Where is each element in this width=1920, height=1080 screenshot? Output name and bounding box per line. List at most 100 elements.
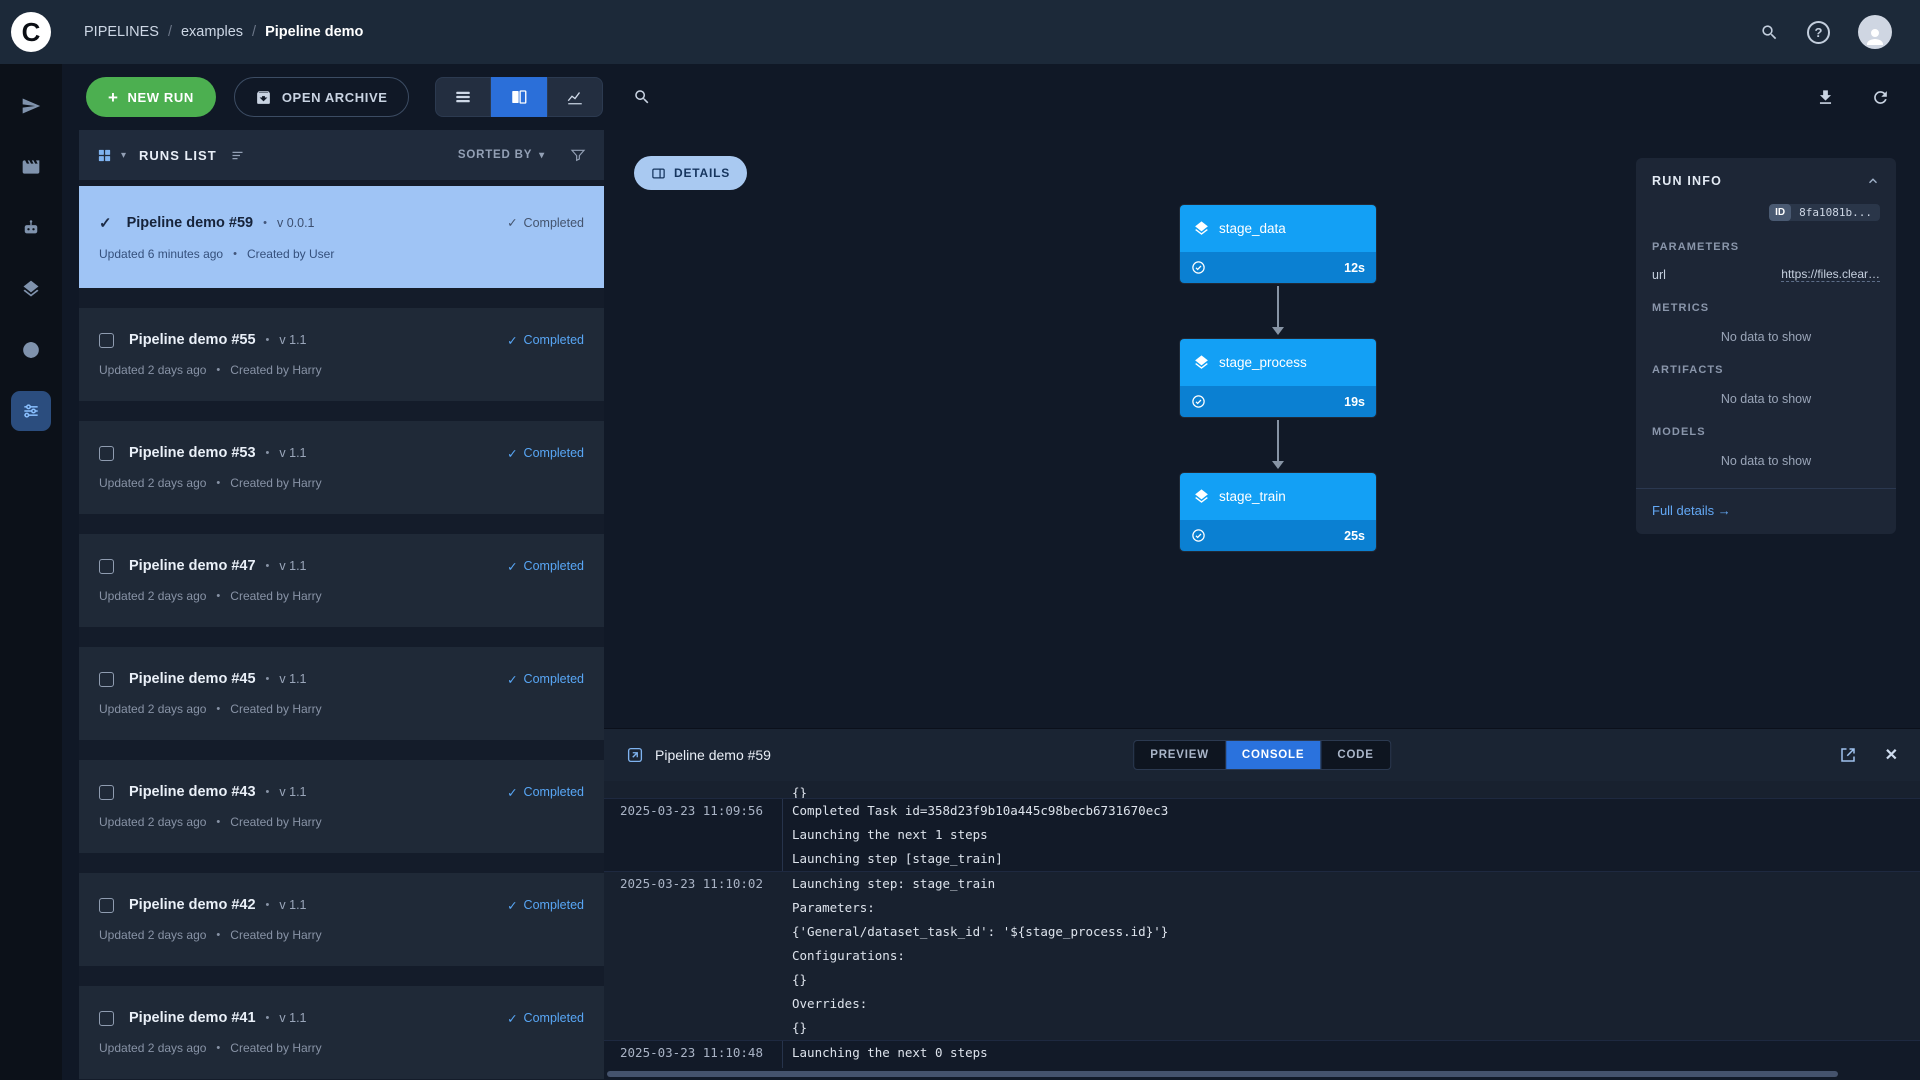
run-checkbox[interactable] <box>99 672 114 687</box>
id-badge: ID <box>1769 204 1791 221</box>
status-badge: ✓Completed <box>507 672 584 687</box>
scrollbar-thumb[interactable] <box>607 1071 1838 1077</box>
dag-node-stage-train[interactable]: stage_train 25s <box>1180 473 1376 551</box>
separator-dot: • <box>216 703 220 715</box>
left-rail <box>0 64 62 1080</box>
status-check-icon: ✓ <box>507 215 517 230</box>
status-badge: ✓Completed <box>507 446 584 461</box>
table-view-icon[interactable] <box>435 77 491 117</box>
rail-item-media-icon[interactable] <box>11 147 51 187</box>
node-status-check-icon <box>1191 528 1206 543</box>
run-updated: Updated 2 days ago <box>99 589 206 603</box>
run-info-title: RUN INFO <box>1652 174 1722 188</box>
run-checkbox[interactable] <box>99 333 114 348</box>
collapse-chevron-icon[interactable] <box>1866 174 1880 188</box>
run-checkbox[interactable] <box>99 785 114 800</box>
node-status-check-icon <box>1191 394 1206 409</box>
run-checkbox[interactable] <box>99 898 114 913</box>
header-actions: ? <box>1760 15 1892 49</box>
help-icon[interactable]: ? <box>1807 21 1830 44</box>
run-author: Created by Harry <box>230 702 321 716</box>
sorted-by-caret-icon: ▾ <box>539 150 545 161</box>
node-duration: 19s <box>1344 395 1365 409</box>
breadcrumb-current[interactable]: Pipeline demo <box>265 24 363 40</box>
breadcrumb-separator: / <box>252 24 256 40</box>
run-author: Created by Harry <box>230 928 321 942</box>
node-duration: 25s <box>1344 529 1365 543</box>
toolbar: + NEW RUN OPEN ARCHIVE <box>62 64 1920 130</box>
console-log[interactable]: {} 2025-03-23 11:09:56 Completed Task id… <box>604 781 1920 1068</box>
parameter-value[interactable]: https://files.clear… <box>1781 267 1880 282</box>
run-author: Created by Harry <box>230 1041 321 1055</box>
console-title: Pipeline demo #59 <box>655 747 771 763</box>
chart-view-icon[interactable] <box>547 77 603 117</box>
view-mode-icon[interactable] <box>97 148 112 163</box>
separator-dot: • <box>216 590 220 602</box>
open-archive-button[interactable]: OPEN ARCHIVE <box>234 77 409 117</box>
log-line: {} <box>792 968 1920 992</box>
rail-item-datasets-icon[interactable] <box>11 269 51 309</box>
download-icon[interactable] <box>1816 88 1835 107</box>
column-settings-icon[interactable] <box>230 148 245 163</box>
tab-preview[interactable]: PREVIEW <box>1134 741 1226 769</box>
pipeline-graph-area[interactable]: DETAILS stage_data <box>604 130 1920 728</box>
full-details-link[interactable]: Full details → <box>1652 503 1731 518</box>
split-view-icon[interactable] <box>491 77 547 117</box>
run-list-item[interactable]: ✓ Pipeline demo #59 • v 0.0.1 ✓Completed… <box>79 186 604 288</box>
run-list-item[interactable]: Pipeline demo #55 • v 1.1 ✓Completed Upd… <box>79 308 604 401</box>
dag-node-stage-process[interactable]: stage_process 19s <box>1180 339 1376 417</box>
breadcrumb-project[interactable]: examples <box>181 24 243 40</box>
run-checkbox[interactable] <box>99 446 114 461</box>
run-checkbox[interactable] <box>99 1011 114 1026</box>
run-name: Pipeline demo #59 <box>127 215 254 231</box>
selected-check-icon[interactable]: ✓ <box>99 214 112 232</box>
sorted-by-dropdown[interactable]: SORTED BY ▾ <box>458 149 545 161</box>
rail-item-bot-icon[interactable] <box>11 208 51 248</box>
view-mode-caret-icon[interactable]: ▾ <box>121 150 126 161</box>
run-list-item[interactable]: Pipeline demo #41 • v 1.1 ✓Completed Upd… <box>79 986 604 1079</box>
run-list-item[interactable]: Pipeline demo #45 • v 1.1 ✓Completed Upd… <box>79 647 604 740</box>
run-updated: Updated 2 days ago <box>99 363 206 377</box>
new-run-button[interactable]: + NEW RUN <box>86 77 216 117</box>
metrics-empty-text: No data to show <box>1652 330 1880 344</box>
run-version: v 1.1 <box>279 672 306 686</box>
breadcrumb-root[interactable]: PIPELINES <box>84 24 159 40</box>
clearml-logo[interactable]: C <box>11 12 51 52</box>
horizontal-scrollbar[interactable] <box>604 1068 1920 1080</box>
run-version: v 1.1 <box>279 785 306 799</box>
tab-code[interactable]: CODE <box>1321 741 1389 769</box>
run-updated: Updated 2 days ago <box>99 702 206 716</box>
run-id-chip[interactable]: ID 8fa1081b... <box>1769 204 1880 221</box>
rail-item-pipelines-icon[interactable] <box>11 391 51 431</box>
run-version: v 1.1 <box>279 898 306 912</box>
search-icon[interactable] <box>1760 23 1779 42</box>
run-checkbox[interactable] <box>99 559 114 574</box>
log-row: 2025-03-23 11:10:48 Launching the next 0… <box>604 1040 1920 1065</box>
rail-item-reports-icon[interactable] <box>11 330 51 370</box>
node-type-icon <box>1193 354 1210 371</box>
details-button[interactable]: DETAILS <box>634 156 747 190</box>
breadcrumb: PIPELINES / examples / Pipeline demo <box>84 24 363 40</box>
separator-dot: • <box>266 1012 270 1024</box>
tab-console[interactable]: CONSOLE <box>1226 741 1321 769</box>
filter-search-icon[interactable] <box>633 88 651 106</box>
refresh-icon[interactable] <box>1871 88 1890 107</box>
run-list-item[interactable]: Pipeline demo #47 • v 1.1 ✓Completed Upd… <box>79 534 604 627</box>
run-info-header[interactable]: RUN INFO <box>1652 174 1880 188</box>
run-list-item[interactable]: Pipeline demo #53 • v 1.1 ✓Completed Upd… <box>79 421 604 514</box>
open-in-new-icon[interactable] <box>1839 746 1857 764</box>
run-list-item[interactable]: Pipeline demo #42 • v 1.1 ✓Completed Upd… <box>79 873 604 966</box>
log-line: Configurations: <box>792 944 1920 968</box>
run-name: Pipeline demo #53 <box>129 445 256 461</box>
status-check-icon: ✓ <box>507 785 517 800</box>
run-name: Pipeline demo #42 <box>129 897 256 913</box>
avatar[interactable] <box>1858 15 1892 49</box>
parameter-row: url https://files.clear… <box>1652 267 1880 282</box>
dag-node-stage-data[interactable]: stage_data 12s <box>1180 205 1376 283</box>
log-row: 2025-03-23 11:09:56 Completed Task id=35… <box>604 798 1920 871</box>
run-list-item[interactable]: Pipeline demo #43 • v 1.1 ✓Completed Upd… <box>79 760 604 853</box>
filter-icon[interactable] <box>570 147 586 163</box>
run-author: Created by Harry <box>230 589 321 603</box>
close-icon[interactable]: ✕ <box>1885 745 1898 765</box>
rail-item-launch-icon[interactable] <box>11 86 51 126</box>
